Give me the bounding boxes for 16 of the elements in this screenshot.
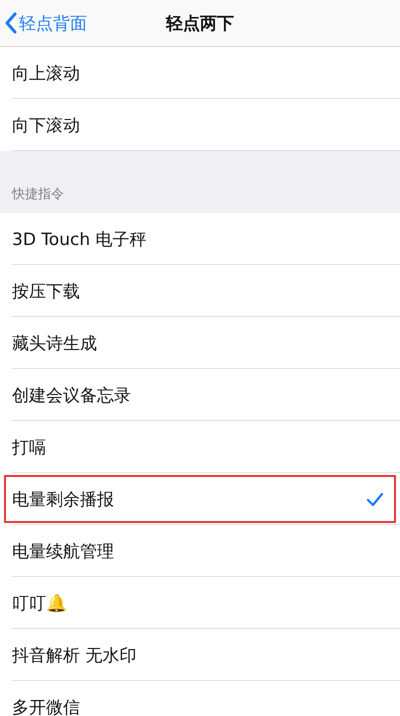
list-row[interactable]: 电量续航管理 [0,525,400,577]
list-row[interactable]: 叮叮🔔 [0,577,400,629]
checkmark-icon [366,492,384,506]
section-header: 快捷指令 [12,186,64,203]
nav-title: 轻点两下 [166,12,234,34]
list-row[interactable]: 向下滚动 [0,99,400,151]
list-row[interactable]: 抖音解析 无水印 [0,629,400,681]
list-row[interactable]: 向上滚动 [0,47,400,99]
chevron-left-icon [4,12,17,34]
list-row[interactable]: 电量剩余播报 [0,473,400,525]
back-button[interactable]: 轻点背面 [0,12,87,34]
list-row[interactable]: 藏头诗生成 [0,317,400,369]
list-row[interactable]: 打嗝 [0,421,400,473]
list-row[interactable]: 3D Touch 电子秤 [0,213,400,265]
list-row[interactable]: 创建会议备忘录 [0,369,400,421]
list-row[interactable]: 按压下载 [0,265,400,317]
